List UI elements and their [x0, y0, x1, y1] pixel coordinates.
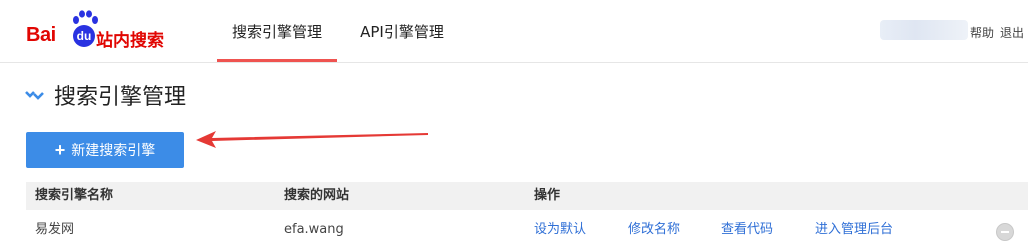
column-header-actions: 操作 — [534, 188, 561, 203]
table-header: 搜索引擎名称 搜索的网站 操作 — [26, 182, 1028, 210]
engine-site: efa.wang — [284, 222, 344, 237]
page-title: 搜索引擎管理 — [54, 85, 187, 110]
active-tab-underline — [217, 59, 337, 62]
rename-link[interactable]: 修改名称 — [628, 210, 680, 250]
search-engine-table: 搜索引擎名称 搜索的网站 操作 易发网 efa.wang 设为默认 修改名称 查… — [26, 182, 1028, 250]
logo-badge: du — [73, 25, 95, 47]
paw-icon — [73, 10, 98, 24]
tab-api-engine-management[interactable]: API引擎管理 — [347, 0, 457, 62]
column-header-site: 搜索的网站 — [284, 188, 350, 203]
new-search-engine-label: 新建搜索引擎 — [71, 142, 156, 158]
view-code-link[interactable]: 查看代码 — [721, 210, 773, 250]
minus-circle-icon[interactable] — [996, 223, 1014, 241]
logo-subtitle: 站内搜索 — [96, 31, 164, 51]
table-row: 易发网 efa.wang 设为默认 修改名称 查看代码 进入管理后台 — [26, 210, 1028, 250]
page-heading: 搜索引擎管理 — [24, 80, 186, 110]
logout-link[interactable]: 退出 — [1000, 24, 1024, 41]
set-default-link[interactable]: 设为默认 — [534, 210, 586, 250]
engine-name: 易发网 — [35, 222, 75, 237]
annotation-arrow-icon — [196, 131, 428, 148]
chevron-down-icon — [25, 91, 44, 100]
enter-admin-link[interactable]: 进入管理后台 — [815, 210, 893, 250]
plus-icon: + — [54, 140, 66, 160]
help-link[interactable]: 帮助 — [970, 24, 994, 41]
tab-label: API引擎管理 — [360, 22, 444, 41]
user-account-blurred[interactable] — [880, 20, 968, 40]
column-header-name: 搜索引擎名称 — [35, 188, 114, 203]
tab-search-engine-management[interactable]: 搜索引擎管理 — [217, 0, 337, 62]
top-header: Bai du 站内搜索 搜索引擎管理 API引擎管理 帮助 退出 — [0, 0, 1028, 63]
new-search-engine-button[interactable]: + 新建搜索引擎 — [26, 132, 184, 168]
logo-text: Bai — [26, 24, 56, 46]
baidu-logo[interactable]: Bai du 站内搜索 — [24, 10, 180, 51]
tab-label: 搜索引擎管理 — [231, 22, 322, 41]
